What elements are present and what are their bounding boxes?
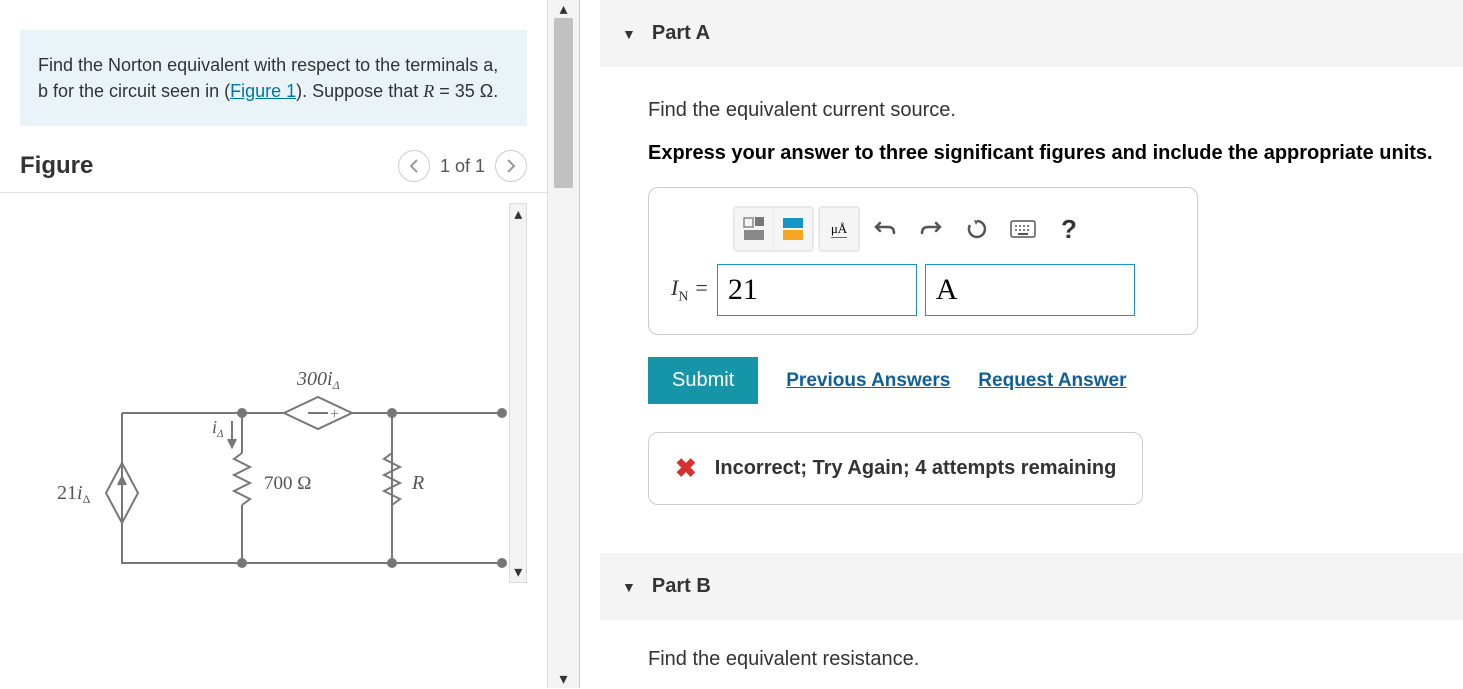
variable-label: IN =: [671, 275, 709, 305]
action-row: Submit Previous Answers Request Answer: [648, 357, 1445, 404]
figure-body: +: [0, 193, 547, 583]
unit-icon-label: μÅ: [831, 221, 847, 238]
part-b-title: Part B: [652, 575, 711, 598]
chevron-right-icon: [505, 159, 517, 173]
submit-button[interactable]: Submit: [648, 357, 758, 404]
figure-nav: 1 of 1: [398, 150, 527, 182]
part-b-header[interactable]: ▼ Part B: [600, 553, 1463, 620]
svg-text:R: R: [411, 472, 424, 494]
part-b-prompt: Find the equivalent resistance.: [648, 648, 1445, 671]
unit-input[interactable]: [925, 264, 1135, 316]
keyboard-button[interactable]: [1002, 208, 1044, 250]
figure-counter: 1 of 1: [440, 156, 485, 177]
part-a-title: Part A: [652, 22, 710, 45]
scroll-track[interactable]: [548, 18, 579, 670]
scroll-down-icon[interactable]: ▾: [548, 670, 579, 688]
subscript-template-icon: [780, 215, 806, 243]
svg-text:700 Ω: 700 Ω: [264, 473, 311, 494]
part-a-body: Find the equivalent current source. Expr…: [600, 67, 1463, 505]
r-equation: = 35 Ω.: [434, 81, 498, 101]
fraction-template-icon: [741, 215, 767, 243]
left-content: Find the Norton equivalent with respect …: [0, 0, 547, 688]
problem-text-2: ). Suppose that: [296, 81, 423, 101]
answer-row: IN =: [671, 264, 1135, 316]
template-button-1[interactable]: [735, 208, 773, 250]
answer-box: μÅ: [648, 187, 1198, 335]
incorrect-icon: ✖: [675, 453, 697, 484]
scroll-up-icon[interactable]: ▴: [548, 0, 579, 18]
figure-header: Figure 1 of 1: [0, 144, 547, 193]
reset-button[interactable]: [956, 208, 998, 250]
redo-icon: [920, 219, 942, 239]
scroll-thumb[interactable]: [554, 18, 573, 188]
template-group: [733, 206, 814, 252]
unit-symbol-button[interactable]: μÅ: [820, 208, 858, 250]
figure-title: Figure: [20, 152, 93, 180]
value-input[interactable]: [717, 264, 917, 316]
svg-text:300iΔ: 300iΔ: [296, 368, 340, 392]
part-a-header[interactable]: ▼ Part A: [600, 0, 1463, 67]
figure-prev-button[interactable]: [398, 150, 430, 182]
left-panel: Find the Norton equivalent with respect …: [0, 0, 580, 688]
chevron-left-icon: [408, 159, 420, 173]
figure-scrollbar[interactable]: ▴ ▾: [509, 203, 527, 583]
r-variable: R: [423, 81, 434, 101]
left-panel-scrollbar[interactable]: ▴ ▾: [547, 0, 579, 688]
problem-statement: Find the Norton equivalent with respect …: [20, 30, 527, 126]
circuit-diagram: +: [22, 263, 509, 583]
figure-next-button[interactable]: [495, 150, 527, 182]
figure-scroll-up-icon[interactable]: ▴: [514, 204, 522, 224]
svg-text:iΔ: iΔ: [212, 417, 223, 440]
answer-toolbar: μÅ: [733, 206, 1135, 252]
feedback-text: Incorrect; Try Again; 4 attempts remaini…: [715, 457, 1117, 480]
undo-icon: [874, 219, 896, 239]
unit-group: μÅ: [818, 206, 860, 252]
template-button-2[interactable]: [774, 208, 812, 250]
reset-icon: [966, 218, 988, 240]
part-a-prompt: Find the equivalent current source.: [648, 99, 1445, 122]
part-a-instructions: Express your answer to three significant…: [648, 142, 1445, 165]
part-b-body: Find the equivalent resistance. Express …: [600, 620, 1463, 688]
caret-down-icon: ▼: [622, 26, 636, 42]
undo-button[interactable]: [864, 208, 906, 250]
part-b-section: ▼ Part B Find the equivalent resistance.…: [600, 553, 1463, 688]
svg-text:+: +: [330, 406, 339, 423]
figure-1-link[interactable]: Figure 1: [230, 81, 296, 101]
caret-down-icon: ▼: [622, 579, 636, 595]
keyboard-icon: [1010, 220, 1036, 238]
svg-text:21iΔ: 21iΔ: [57, 482, 91, 506]
previous-answers-link[interactable]: Previous Answers: [786, 370, 950, 392]
help-button[interactable]: ?: [1048, 208, 1090, 250]
request-answer-link[interactable]: Request Answer: [978, 370, 1126, 392]
redo-button[interactable]: [910, 208, 952, 250]
right-panel: ▼ Part A Find the equivalent current sou…: [580, 0, 1463, 688]
feedback-box: ✖ Incorrect; Try Again; 4 attempts remai…: [648, 432, 1143, 505]
figure-scroll-down-icon[interactable]: ▾: [514, 562, 522, 582]
